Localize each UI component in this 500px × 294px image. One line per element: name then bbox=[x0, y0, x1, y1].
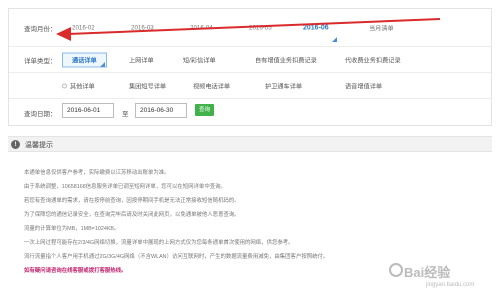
detail-type-row-2: 其他详单 集团短号详单 视频电话详单 护卫通车详单 语音增值详单 bbox=[9, 73, 491, 99]
tip-item-highlight[interactable]: 如有疑问请咨询在线客服或拨打客服热线。 bbox=[24, 266, 126, 274]
detail-type-other[interactable]: 其他详单 bbox=[62, 81, 95, 90]
tip-item: 一次上网过程可能存在2/3/4G网络切换，流量详单中展现的上网方式仅为您每条通单… bbox=[24, 240, 294, 246]
detail-type-car-guard[interactable]: 护卫通车详单 bbox=[265, 81, 302, 90]
month-option-2016-04[interactable]: 2016-04 bbox=[190, 24, 213, 31]
end-date-input[interactable]: 2016-06-30 bbox=[135, 103, 187, 118]
query-filter-panel: 查询月份： 2016-02 2016-03 2016-04 2016-05 20… bbox=[8, 8, 492, 126]
radio-icon bbox=[62, 83, 67, 89]
query-button[interactable]: 查询 bbox=[195, 104, 214, 116]
detail-type-video-call[interactable]: 视频电话详单 bbox=[193, 81, 230, 90]
watermark-brand: Bai经验 bbox=[404, 265, 451, 280]
tips-header: ! 温馨提示 bbox=[8, 136, 492, 152]
start-date-input[interactable]: 2016-06-01 bbox=[62, 103, 114, 118]
month-option-2016-05[interactable]: 2016-05 bbox=[249, 24, 272, 31]
date-to-label: 至 bbox=[122, 111, 129, 118]
baidu-paw-icon bbox=[389, 263, 403, 277]
selected-corner-icon bbox=[332, 37, 337, 42]
detail-type-internet[interactable]: 上网详单 bbox=[129, 55, 154, 64]
date-row: 查询日期： 2016-06-01 至 2016-06-30 查询 bbox=[9, 99, 491, 127]
month-label: 查询月份： bbox=[24, 25, 57, 33]
tip-item: 若您有查询通单的需求，请在按停前查询，因按停期间手机是无法正常接收短信随机码的。 bbox=[24, 198, 240, 204]
month-option-2016-02[interactable]: 2016-02 bbox=[72, 24, 95, 31]
detail-type-row-1: 详单类型： 通话详单 上网详单 短/彩信详单 自有增值业务扣费记录 代收费业务扣… bbox=[9, 47, 491, 73]
tip-item: 流量的计算单位为MB，1MB=1024KB。 bbox=[24, 226, 120, 232]
detail-type-label: 详单类型： bbox=[24, 57, 57, 65]
tip-item: 本通单信息仅供客户参考，实际缴费以江苏移动出账单为准。 bbox=[24, 170, 170, 176]
month-option-current[interactable]: 当月清单 bbox=[369, 23, 394, 32]
info-icon: ! bbox=[11, 140, 20, 149]
detail-type-sms-mms[interactable]: 短/彩信详单 bbox=[183, 55, 216, 64]
detail-type-other-label: 其他详单 bbox=[70, 83, 95, 90]
tip-item: 为了保障您的通信记录安全，在查询完毕后请及时关闭此网页，以免通单被他人恶意查询。 bbox=[24, 212, 240, 218]
month-row: 查询月份： 2016-02 2016-03 2016-04 2016-05 20… bbox=[9, 9, 491, 47]
detail-type-collection-fee[interactable]: 代收费业务扣费记录 bbox=[345, 55, 401, 64]
detail-type-group-short[interactable]: 集团短号详单 bbox=[129, 81, 166, 90]
watermark-url: jingyan.baidu.com bbox=[426, 282, 475, 288]
tips-title: 温馨提示 bbox=[25, 142, 53, 149]
selected-corner-icon bbox=[100, 62, 105, 67]
tip-item: 由于系统调整，10658168信息服务详单已调至短网详单，您可以在短网详单中查询… bbox=[24, 184, 226, 190]
date-label: 查询日期： bbox=[24, 111, 57, 118]
tip-item: 流行流量指个人客户用手机通过2G/3G/4G网络（不含WLAN）访问互联网时，产… bbox=[24, 254, 329, 260]
detail-type-voice-value-added[interactable]: 语音增值详单 bbox=[345, 81, 382, 90]
month-option-2016-03[interactable]: 2016-03 bbox=[131, 24, 154, 31]
month-option-2016-06[interactable]: 2016-06 bbox=[303, 24, 329, 31]
detail-type-value-added[interactable]: 自有增值业务扣费记录 bbox=[255, 55, 317, 64]
